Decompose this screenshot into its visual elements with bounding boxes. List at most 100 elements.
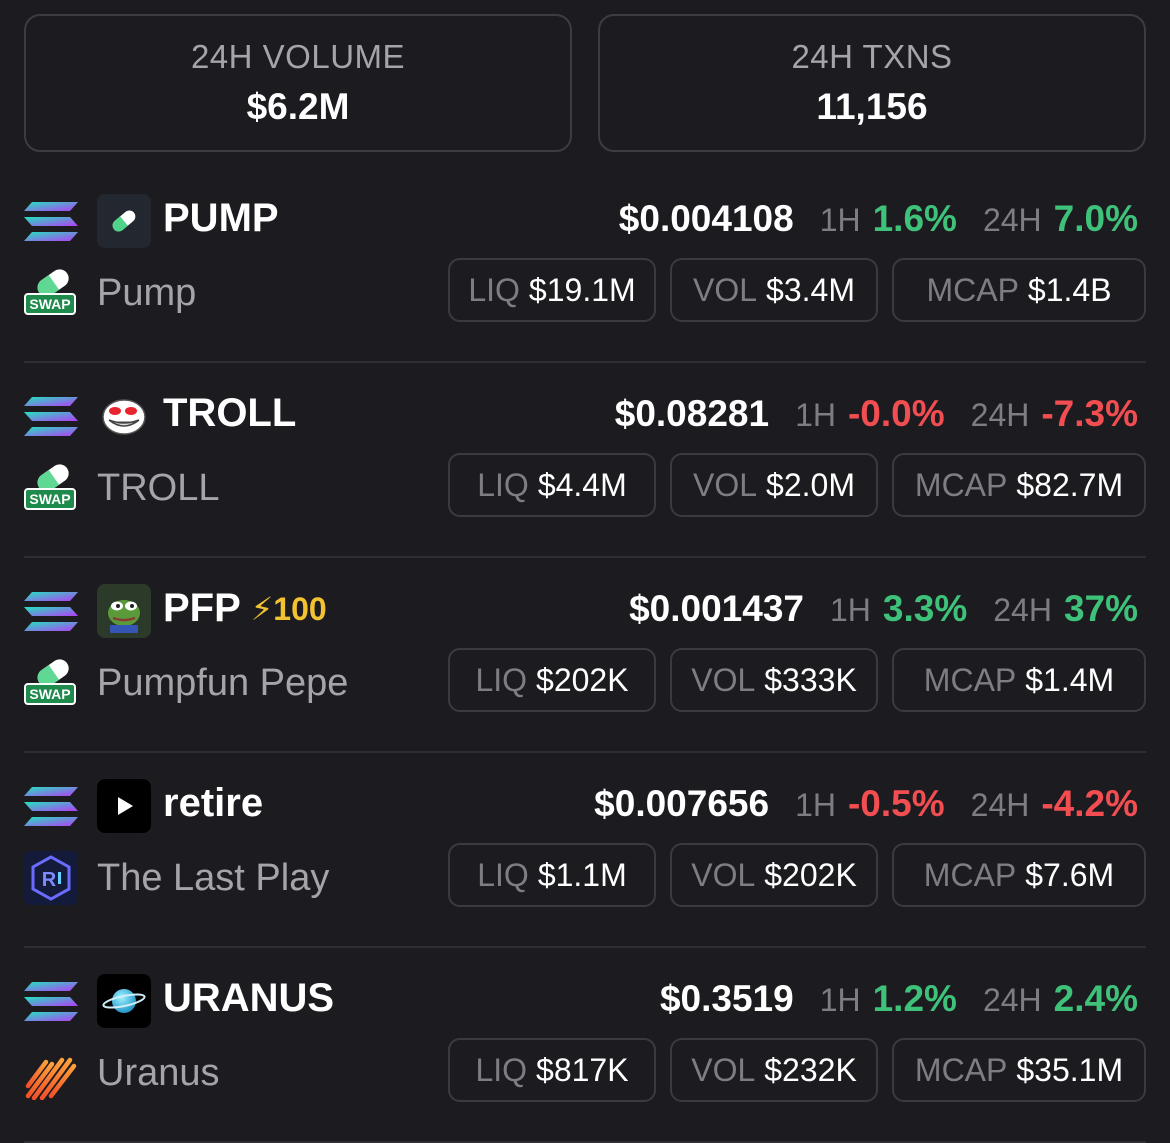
pill-value: $333K xyxy=(764,661,857,698)
liquidity-pill[interactable]: LIQ $1.1M xyxy=(448,843,656,907)
price-row: $0.004108 1H 1.6% 24H 7.0% xyxy=(619,198,1138,240)
pill-label: LIQ xyxy=(475,1051,528,1088)
change-24h-label: 24H xyxy=(982,982,1042,1018)
change-24h-label: 24H xyxy=(993,592,1052,628)
change-24h-value: -4.2% xyxy=(1041,783,1138,824)
pill-icon xyxy=(97,194,151,248)
price-row: $0.08281 1H -0.0% 24H -7.3% xyxy=(615,393,1138,435)
pill-value: $1.4M xyxy=(1025,661,1115,698)
metrics-pills: LIQ $4.4M VOL $2.0M MCAP $82.7M xyxy=(448,453,1146,517)
txns-stat-value: 11,156 xyxy=(816,86,928,127)
token-symbol: retire xyxy=(163,781,264,825)
change-24h-value: 37% xyxy=(1063,588,1138,629)
svg-text:SWAP: SWAP xyxy=(29,491,70,507)
price-row: $0.3519 1H 1.2% 24H 2.4% xyxy=(660,978,1138,1020)
metrics-pills: LIQ $1.1M VOL $202K MCAP $7.6M xyxy=(448,843,1146,907)
pill-value: $232K xyxy=(764,1051,857,1088)
token-price: $0.001437 xyxy=(629,588,804,629)
market-cap-pill[interactable]: MCAP $7.6M xyxy=(892,843,1146,907)
change-1h-value: 1.2% xyxy=(872,978,957,1019)
market-cap-pill[interactable]: MCAP $1.4B xyxy=(892,258,1146,322)
change-1h-value: -0.0% xyxy=(847,393,945,434)
pill-value: $3.4M xyxy=(766,271,855,308)
pill-value: $35.1M xyxy=(1016,1051,1124,1088)
volume-stat-card[interactable]: 24H VOLUME $6.2M xyxy=(24,14,572,152)
token-symbol: TROLL xyxy=(163,391,297,435)
token-price: $0.004108 xyxy=(618,198,794,239)
planet-icon xyxy=(97,974,151,1028)
price-row: $0.007656 1H -0.5% 24H -4.2% xyxy=(594,783,1138,825)
pumpswap-icon: SWAP xyxy=(24,464,76,510)
volume-pill[interactable]: VOL $333K xyxy=(670,648,878,712)
pill-label: MCAP xyxy=(914,1051,1008,1088)
token-row-troll[interactable]: TROLL SWAP TROLL $0.08281 1H -0.0% 24H -… xyxy=(24,363,1146,558)
pill-value: $817K xyxy=(536,1051,629,1088)
pill-label: LIQ xyxy=(475,661,528,698)
svg-text:SWAP: SWAP xyxy=(29,296,70,312)
pill-value: $82.7M xyxy=(1016,466,1124,503)
market-cap-pill[interactable]: MCAP $35.1M xyxy=(892,1038,1146,1102)
svg-text:SWAP: SWAP xyxy=(29,686,70,702)
volume-pill[interactable]: VOL $232K xyxy=(670,1038,878,1102)
svg-text:R: R xyxy=(42,869,57,891)
pill-label: MCAP xyxy=(923,856,1017,893)
trollface-icon xyxy=(97,389,151,443)
volume-stat-value: $6.2M xyxy=(246,86,350,127)
pill-label: VOL xyxy=(691,1051,756,1088)
change-24h-value: -7.3% xyxy=(1041,393,1138,434)
liquidity-pill[interactable]: LIQ $817K xyxy=(448,1038,656,1102)
change-24h-value: 7.0% xyxy=(1053,198,1138,239)
token-row-pump[interactable]: PUMP SWAP Pump $0.004108 1H 1.6% 24H 7.0… xyxy=(24,168,1146,363)
change-1h-label: 1H xyxy=(819,202,861,238)
solana-icon xyxy=(24,397,78,436)
volume-pill[interactable]: VOL $2.0M xyxy=(670,453,878,517)
change-24h-label: 24H xyxy=(970,787,1030,823)
token-row-pfp[interactable]: PFP ⚡100 SWAP Pumpfun Pepe $0.001437 1H 3… xyxy=(24,558,1146,753)
liquidity-pill[interactable]: LIQ $202K xyxy=(448,648,656,712)
pill-label: MCAP xyxy=(923,661,1017,698)
price-row: $0.001437 1H 3.3% 24H 37% xyxy=(629,588,1138,630)
token-row-retire[interactable]: retire R The Last Play $0.007656 1H -0.5… xyxy=(24,753,1146,948)
market-cap-pill[interactable]: MCAP $1.4M xyxy=(892,648,1146,712)
pill-value: $202K xyxy=(536,661,629,698)
token-name: Pump xyxy=(97,272,197,314)
boost-badge: ⚡100 xyxy=(250,590,327,627)
solana-icon xyxy=(24,202,78,241)
pill-value: $4.4M xyxy=(537,466,627,503)
change-24h-label: 24H xyxy=(970,397,1030,433)
token-name: TROLL xyxy=(97,467,220,509)
change-1h-label: 1H xyxy=(829,592,871,628)
pill-value: $7.6M xyxy=(1025,856,1115,893)
change-24h-value: 2.4% xyxy=(1053,978,1138,1019)
txns-stat-label: 24H TXNS xyxy=(791,38,953,75)
token-name: Pumpfun Pepe xyxy=(97,662,349,704)
txns-stat-card[interactable]: 24H TXNS 11,156 xyxy=(598,14,1146,152)
token-price: $0.007656 xyxy=(594,783,770,824)
change-1h-value: -0.5% xyxy=(847,783,945,824)
pill-value: $1.1M xyxy=(537,856,627,893)
change-1h-label: 1H xyxy=(795,787,836,823)
metrics-pills: LIQ $19.1M VOL $3.4M MCAP $1.4B xyxy=(448,258,1146,322)
liquidity-pill[interactable]: LIQ $4.4M xyxy=(448,453,656,517)
pill-label: MCAP xyxy=(914,466,1008,503)
token-symbol: URANUS xyxy=(163,976,335,1020)
pill-label: LIQ xyxy=(477,466,529,503)
change-1h-label: 1H xyxy=(819,982,861,1018)
pepe-icon xyxy=(97,584,151,638)
token-symbol: PFP ⚡100 xyxy=(163,586,327,630)
market-cap-pill[interactable]: MCAP $82.7M xyxy=(892,453,1146,517)
meteora-icon xyxy=(25,1057,77,1100)
solana-icon xyxy=(24,787,78,826)
liquidity-pill[interactable]: LIQ $19.1M xyxy=(448,258,656,322)
pill-label: LIQ xyxy=(468,271,520,308)
volume-pill[interactable]: VOL $202K xyxy=(670,843,878,907)
pumpswap-icon: SWAP xyxy=(24,659,76,705)
volume-pill[interactable]: VOL $3.4M xyxy=(670,258,878,322)
token-name: Uranus xyxy=(97,1052,220,1094)
token-price: $0.08281 xyxy=(614,393,770,434)
pill-value: $1.4B xyxy=(1027,271,1112,308)
change-24h-label: 24H xyxy=(982,202,1042,238)
token-row-uranus[interactable]: URANUS Uranus $0.3519 1H 1.2% 24H 2.4% L… xyxy=(24,948,1146,1143)
pill-label: VOL xyxy=(693,466,758,503)
pill-label: MCAP xyxy=(926,271,1019,308)
